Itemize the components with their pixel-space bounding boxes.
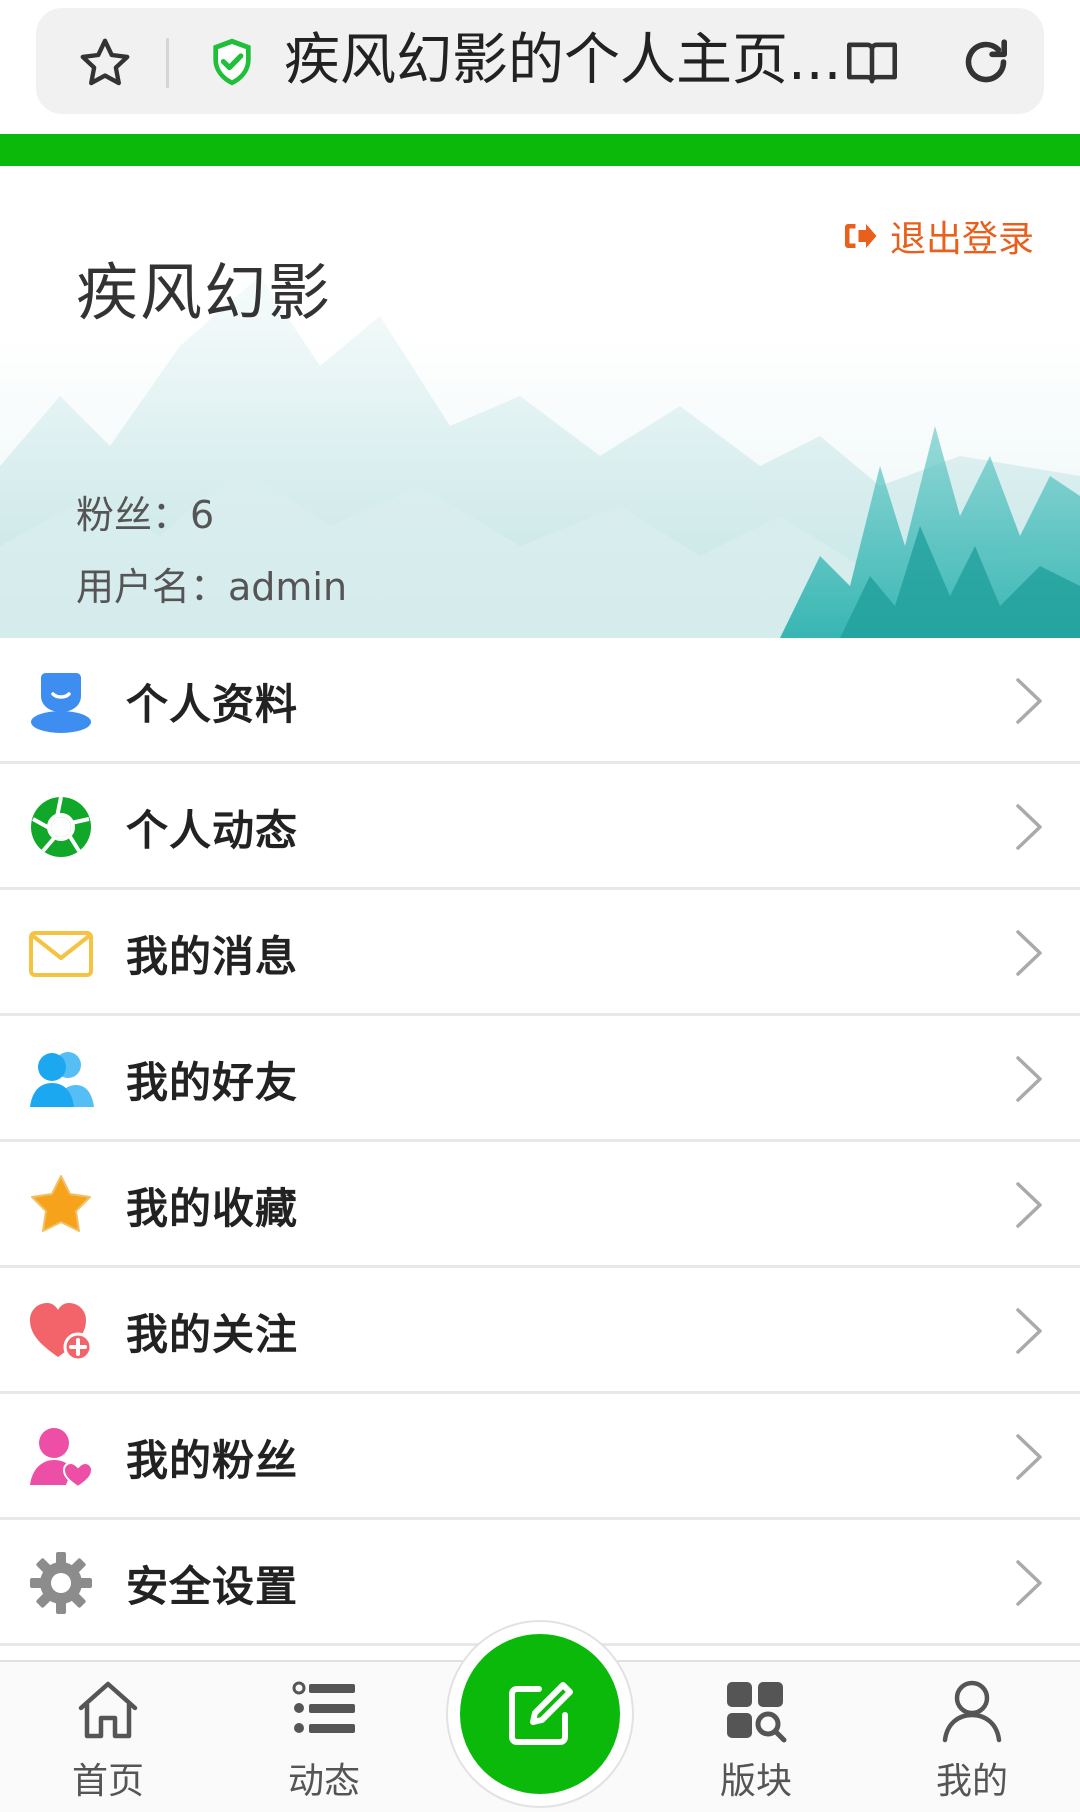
tab-home[interactable]: 首页 (38, 1678, 178, 1808)
chevron-right-icon (1016, 678, 1042, 724)
toolbar-divider (166, 38, 169, 88)
chevron-right-icon (1016, 1434, 1042, 1480)
chevron-right-icon (1016, 930, 1042, 976)
board-grid-icon (727, 1682, 787, 1743)
tab-label: 我的 (935, 1761, 1008, 1802)
aperture-icon (31, 796, 91, 857)
menu-item-label: 个人资料 (126, 680, 299, 729)
new-post-button[interactable] (460, 1634, 620, 1794)
menu-item-friends[interactable]: 我的好友 (0, 1016, 1080, 1142)
tab-board[interactable]: 版块 (686, 1678, 826, 1808)
profile-menu-list: 个人资料 个人动态 我的消息 我的好友 我的收藏 我的关注 我的粉丝 安全设置 (0, 638, 1080, 1646)
menu-item-label: 我的粉丝 (126, 1436, 299, 1485)
list-icon (292, 1681, 355, 1733)
profile-display-name: 疾风幻影 (76, 256, 333, 329)
logout-label: 退出登录 (889, 219, 1034, 260)
chevron-right-icon (1016, 1308, 1042, 1354)
menu-item-following[interactable]: 我的关注 (0, 1268, 1080, 1394)
logout-button[interactable]: 退出登录 (842, 214, 1034, 260)
menu-item-messages[interactable]: 我的消息 (0, 890, 1080, 1016)
menu-item-fans[interactable]: 我的粉丝 (0, 1394, 1080, 1520)
menu-item-label: 我的关注 (126, 1310, 299, 1359)
page-title[interactable]: 疾风幻影的个人主页... (284, 26, 854, 96)
heart-plus-icon (30, 1303, 93, 1362)
user-outline-icon (942, 1680, 1002, 1743)
tab-label: 动态 (287, 1761, 360, 1802)
tab-label: 首页 (71, 1761, 144, 1802)
menu-item-label: 个人动态 (126, 806, 299, 855)
menu-item-label: 我的好友 (126, 1058, 299, 1107)
menu-item-label: 我的收藏 (126, 1184, 299, 1233)
profile-header: 退出登录 疾风幻影 粉丝：6 用户名：admin (0, 166, 1080, 638)
star-icon (31, 1175, 91, 1232)
menu-item-label: 我的消息 (126, 932, 299, 981)
menu-item-profile[interactable]: 个人资料 (0, 638, 1080, 764)
address-bar[interactable]: 疾风幻影的个人主页... (36, 8, 1044, 114)
chevron-right-icon (1016, 1182, 1042, 1228)
home-icon (78, 1681, 138, 1739)
chevron-right-icon (1016, 1560, 1042, 1606)
fan-user-icon (30, 1428, 94, 1489)
menu-item-favorites[interactable]: 我的收藏 (0, 1142, 1080, 1268)
friends-icon (30, 1052, 94, 1107)
reload-icon[interactable] (958, 34, 1014, 90)
sign-out-icon (844, 224, 877, 248)
envelope-icon (29, 931, 93, 977)
chevron-right-icon (1016, 804, 1042, 850)
tab-feed[interactable]: 动态 (254, 1678, 394, 1808)
star-outline-icon[interactable] (76, 34, 134, 92)
fans-count: 粉丝：6 (76, 493, 215, 537)
tab-mine[interactable]: 我的 (902, 1678, 1042, 1808)
tab-label: 版块 (719, 1761, 792, 1802)
gear-icon (30, 1552, 92, 1614)
shield-check-icon[interactable] (204, 34, 260, 90)
edit-icon (509, 1682, 573, 1745)
page-load-progress-bar (0, 134, 1080, 166)
reader-mode-icon[interactable] (844, 38, 900, 88)
chevron-right-icon (1016, 1056, 1042, 1102)
username-text: 用户名：admin (76, 565, 348, 609)
browser-toolbar: 疾风幻影的个人主页... (0, 0, 1080, 134)
menu-item-label: 安全设置 (126, 1562, 299, 1611)
menu-item-activity[interactable]: 个人动态 (0, 764, 1080, 890)
user-profile-icon (31, 673, 91, 733)
